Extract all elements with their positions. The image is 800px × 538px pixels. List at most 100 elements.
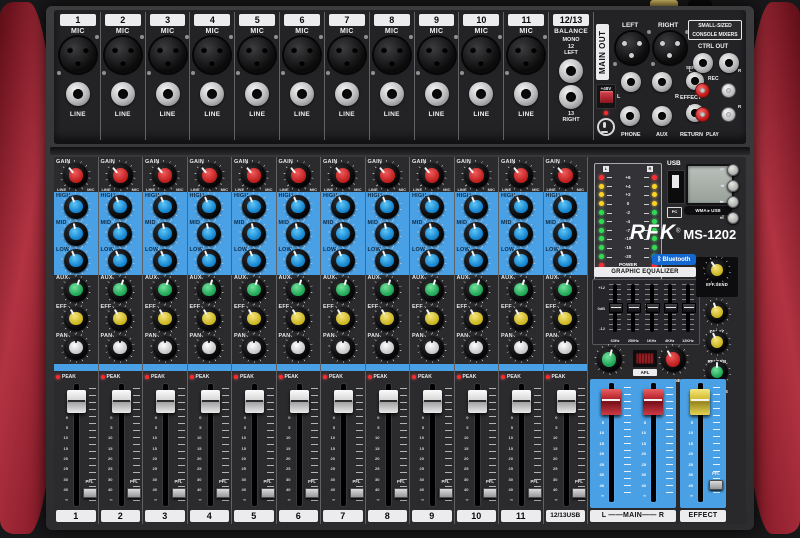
eff-knob[interactable] (331, 307, 355, 331)
mid-knob[interactable] (153, 222, 177, 246)
mid-knob[interactable] (509, 222, 533, 246)
pfl-button[interactable] (483, 488, 497, 498)
gain-knob[interactable] (375, 163, 400, 188)
fader-cap[interactable] (512, 390, 531, 413)
gain-knob[interactable] (108, 163, 133, 188)
mid-knob[interactable] (553, 222, 577, 246)
high-knob[interactable] (197, 195, 221, 219)
fader-cap[interactable] (156, 390, 175, 413)
pan-knob[interactable] (509, 336, 533, 360)
eq-slider-cap[interactable] (646, 303, 660, 313)
pfl-button[interactable] (528, 488, 542, 498)
gain-knob[interactable] (464, 163, 489, 188)
gain-knob[interactable] (63, 163, 88, 188)
fader-cap[interactable] (601, 389, 621, 415)
pan-knob[interactable] (108, 336, 132, 360)
mid-knob[interactable] (242, 222, 266, 246)
low-knob[interactable] (331, 249, 355, 273)
gain-knob[interactable] (286, 163, 311, 188)
pan-knob[interactable] (153, 336, 177, 360)
pfl-button[interactable] (572, 488, 586, 498)
high-knob[interactable] (420, 195, 444, 219)
eff-knob[interactable] (64, 307, 88, 331)
low-knob[interactable] (153, 249, 177, 273)
eff-knob[interactable] (286, 307, 310, 331)
low-knob[interactable] (108, 249, 132, 273)
aux-knob[interactable] (286, 278, 310, 302)
pfl-button[interactable] (83, 488, 97, 498)
low-knob[interactable] (375, 249, 399, 273)
pan-knob[interactable] (464, 336, 488, 360)
low-knob[interactable] (464, 249, 488, 273)
phantom-power-switch[interactable]: +48V (596, 84, 616, 109)
delay-knob[interactable] (706, 301, 728, 323)
high-knob[interactable] (242, 195, 266, 219)
low-knob[interactable] (509, 249, 533, 273)
pan-knob[interactable] (331, 336, 355, 360)
pfl-button[interactable] (216, 488, 230, 498)
pfl-button[interactable] (350, 488, 364, 498)
aux-send-knob[interactable] (597, 347, 622, 372)
eff-send-knob[interactable] (706, 259, 728, 281)
low-knob[interactable] (64, 249, 88, 273)
usb-port[interactable] (667, 170, 685, 204)
gain-knob[interactable] (152, 163, 177, 188)
pan-knob[interactable] (553, 336, 577, 360)
fader-cap[interactable] (112, 390, 131, 413)
gain-knob[interactable] (330, 163, 355, 188)
fader-cap[interactable] (690, 389, 710, 415)
high-knob[interactable] (64, 195, 88, 219)
aux-knob[interactable] (153, 278, 177, 302)
mid-knob[interactable] (108, 222, 132, 246)
mid-knob[interactable] (375, 222, 399, 246)
mid-knob[interactable] (420, 222, 444, 246)
fader-cap[interactable] (201, 390, 220, 413)
effect-pfl-button[interactable] (709, 480, 723, 490)
mid-knob[interactable] (286, 222, 310, 246)
low-knob[interactable] (197, 249, 221, 273)
aux-knob[interactable] (331, 278, 355, 302)
mid-knob[interactable] (464, 222, 488, 246)
low-knob[interactable] (553, 249, 577, 273)
fader-cap[interactable] (245, 390, 264, 413)
pan-knob[interactable] (64, 336, 88, 360)
pan-knob[interactable] (375, 336, 399, 360)
low-knob[interactable] (420, 249, 444, 273)
eq-slider-cap[interactable] (682, 303, 696, 313)
pfl-button[interactable] (261, 488, 275, 498)
eff-knob[interactable] (197, 307, 221, 331)
pfl-button[interactable] (127, 488, 141, 498)
pfl-button[interactable] (394, 488, 408, 498)
eff-knob[interactable] (153, 307, 177, 331)
fader-cap[interactable] (643, 389, 663, 415)
fader-cap[interactable] (557, 390, 576, 413)
aux-knob[interactable] (64, 278, 88, 302)
fader-cap[interactable] (423, 390, 442, 413)
phone-knob[interactable] (661, 347, 686, 372)
mid-knob[interactable] (197, 222, 221, 246)
high-knob[interactable] (553, 195, 577, 219)
high-knob[interactable] (286, 195, 310, 219)
aux-knob[interactable] (464, 278, 488, 302)
pan-knob[interactable] (197, 336, 221, 360)
aux-knob[interactable] (108, 278, 132, 302)
pan-knob[interactable] (420, 336, 444, 360)
eff-knob[interactable] (509, 307, 533, 331)
aux-knob[interactable] (420, 278, 444, 302)
fader-cap[interactable] (468, 390, 487, 413)
aux-knob[interactable] (375, 278, 399, 302)
eq-slider-cap[interactable] (664, 303, 678, 313)
eff-knob[interactable] (108, 307, 132, 331)
aux-knob[interactable] (197, 278, 221, 302)
eff-knob[interactable] (553, 307, 577, 331)
mid-knob[interactable] (331, 222, 355, 246)
gain-knob[interactable] (419, 163, 444, 188)
mid-knob[interactable] (64, 222, 88, 246)
pfl-button[interactable] (439, 488, 453, 498)
eff-knob[interactable] (242, 307, 266, 331)
pfl-button[interactable] (172, 488, 186, 498)
high-knob[interactable] (331, 195, 355, 219)
eff-knob[interactable] (464, 307, 488, 331)
fader-cap[interactable] (67, 390, 86, 413)
pfl-button[interactable] (305, 488, 319, 498)
